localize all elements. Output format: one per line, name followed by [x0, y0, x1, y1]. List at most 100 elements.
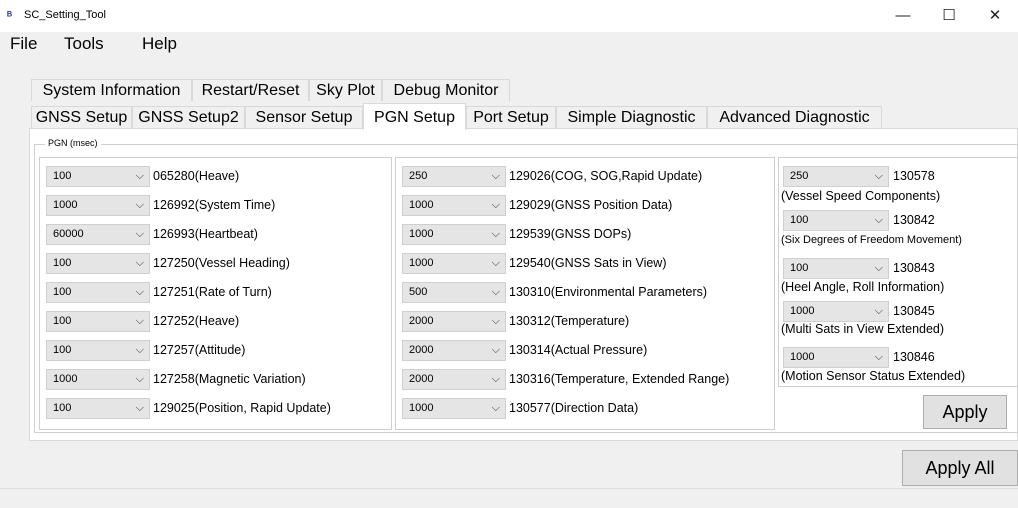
pgn-number: 130846 — [893, 350, 935, 364]
chevron-down-icon: ⌵ — [491, 402, 500, 414]
pgn-interval-select[interactable]: 250 ⌵ — [402, 166, 506, 187]
chevron-down-icon: ⌵ — [135, 373, 144, 385]
maximize-button[interactable]: ☐ — [926, 0, 972, 32]
select-value: 1000 — [409, 199, 434, 211]
pgn-label: 126992(System Time) — [153, 198, 276, 212]
tab-sensor-setup[interactable]: Sensor Setup — [245, 106, 363, 128]
pgn-description: (Vessel Speed Components) — [781, 189, 941, 203]
tab-restart-reset[interactable]: Restart/Reset — [192, 79, 309, 101]
select-value: 1000 — [790, 351, 815, 363]
pgn-number: 130578 — [893, 169, 935, 183]
window-title: SC_Setting_Tool — [24, 9, 106, 21]
select-value: 1000 — [790, 305, 815, 317]
chevron-down-icon: ⌵ — [491, 344, 500, 356]
select-value: 100 — [53, 257, 72, 269]
select-value: 1000 — [409, 257, 434, 269]
chevron-down-icon: ⌵ — [135, 170, 144, 182]
pgn-label: 130310(Environmental Parameters) — [509, 285, 708, 299]
chevron-down-icon: ⌵ — [135, 257, 144, 269]
pgn-interval-select[interactable]: 100 ⌵ — [46, 282, 150, 303]
pgn-interval-select[interactable]: 100 ⌵ — [46, 311, 150, 332]
tab-pgn-setup[interactable]: PGN Setup — [363, 103, 466, 130]
close-button[interactable]: ✕ — [972, 0, 1018, 32]
chevron-down-icon: ⌵ — [491, 257, 500, 269]
pgn-label: 130312(Temperature) — [509, 314, 630, 328]
pgn-interval-select[interactable]: 100 ⌵ — [783, 210, 889, 231]
pgn-description: (Multi Sats in View Extended) — [781, 322, 945, 336]
select-value: 60000 — [53, 228, 84, 240]
pgn-interval-select[interactable]: 1000 ⌵ — [402, 195, 506, 216]
pgn-interval-select[interactable]: 250 ⌵ — [783, 166, 889, 187]
chevron-down-icon: ⌵ — [491, 199, 500, 211]
chevron-down-icon: ⌵ — [491, 170, 500, 182]
pgn-interval-select[interactable]: 1000 ⌵ — [402, 253, 506, 274]
pgn-interval-select[interactable]: 100 ⌵ — [46, 166, 150, 187]
pgn-interval-select[interactable]: 1000 ⌵ — [402, 224, 506, 245]
select-value: 100 — [53, 286, 72, 298]
pgn-interval-select[interactable]: 2000 ⌵ — [402, 311, 506, 332]
menu-tools[interactable]: Tools — [64, 34, 104, 54]
tab-port-setup[interactable]: Port Setup — [466, 106, 556, 128]
tab-gnss-setup[interactable]: GNSS Setup — [31, 106, 132, 128]
pgn-number: 130843 — [893, 261, 935, 275]
pgn-interval-select[interactable]: 1000 ⌵ — [783, 301, 889, 322]
menu-help[interactable]: Help — [142, 34, 177, 54]
chevron-down-icon: ⌵ — [135, 402, 144, 414]
pgn-interval-select[interactable]: 2000 ⌵ — [402, 340, 506, 361]
pgn-panel-3: 250 ⌵ 130578 (Vessel Speed Components) 10… — [778, 157, 1018, 387]
chevron-down-icon: ⌵ — [135, 315, 144, 327]
pgn-label: 129029(GNSS Position Data) — [509, 198, 673, 212]
select-value: 100 — [53, 344, 72, 356]
select-value: 2000 — [409, 315, 434, 327]
tab-system-information[interactable]: System Information — [31, 79, 192, 101]
chevron-down-icon: ⌵ — [491, 286, 500, 298]
tab-sky-plot[interactable]: Sky Plot — [309, 79, 382, 101]
chevron-down-icon: ⌵ — [874, 170, 883, 182]
pgn-interval-select[interactable]: 100 ⌵ — [46, 253, 150, 274]
chevron-down-icon: ⌵ — [135, 199, 144, 211]
pgn-label: 065280(Heave) — [153, 169, 240, 183]
pgn-label: 130577(Direction Data) — [509, 401, 639, 415]
select-value: 100 — [790, 262, 809, 274]
pgn-interval-select[interactable]: 100 ⌵ — [46, 398, 150, 419]
pgn-description: (Motion Sensor Status Extended) — [781, 369, 966, 383]
select-value: 1000 — [53, 199, 78, 211]
pgn-interval-select[interactable]: 60000 ⌵ — [46, 224, 150, 245]
apply-all-button[interactable]: Apply All — [902, 450, 1018, 486]
pgn-interval-select[interactable]: 1000 ⌵ — [783, 347, 889, 368]
pgn-interval-select[interactable]: 500 ⌵ — [402, 282, 506, 303]
chevron-down-icon: ⌵ — [491, 315, 500, 327]
pgn-interval-select[interactable]: 1000 ⌵ — [46, 195, 150, 216]
tab-gnss-setup2[interactable]: GNSS Setup2 — [132, 106, 245, 128]
chevron-down-icon: ⌵ — [491, 228, 500, 240]
pgn-description: (Six Degrees of Freedom Movement) — [781, 234, 962, 246]
pgn-label: 127252(Heave) — [153, 314, 240, 328]
select-value: 100 — [53, 170, 72, 182]
pgn-interval-select[interactable]: 1000 ⌵ — [46, 369, 150, 390]
menu-bar: File Tools Help — [0, 32, 1018, 54]
status-bar — [0, 488, 1018, 508]
pgn-panel-1: 100 ⌵ 065280(Heave) 1000 ⌵ 126992(System T… — [39, 157, 392, 430]
menu-file[interactable]: File — [10, 34, 37, 54]
select-value: 100 — [53, 402, 72, 414]
chevron-down-icon: ⌵ — [874, 262, 883, 274]
pgn-description: (Heel Angle, Roll Information) — [781, 280, 945, 294]
select-value: 500 — [409, 286, 428, 298]
tab-debug-monitor[interactable]: Debug Monitor — [382, 79, 510, 101]
minimize-button[interactable]: — — [880, 0, 926, 32]
pgn-interval-select[interactable]: 100 ⌵ — [46, 340, 150, 361]
select-value: 100 — [790, 214, 809, 226]
tab-advanced-diagnostic[interactable]: Advanced Diagnostic — [707, 106, 882, 128]
chevron-down-icon: ⌵ — [491, 373, 500, 385]
pgn-interval-select[interactable]: 2000 ⌵ — [402, 369, 506, 390]
pgn-label: 127258(Magnetic Variation) — [153, 372, 306, 386]
pgn-interval-select[interactable]: 1000 ⌵ — [402, 398, 506, 419]
pgn-label: 130314(Actual Pressure) — [509, 343, 648, 357]
pgn-label: 130316(Temperature, Extended Range) — [509, 372, 730, 386]
apply-button[interactable]: Apply — [923, 395, 1007, 429]
pgn-label: 129539(GNSS DOPs) — [509, 227, 632, 241]
chevron-down-icon: ⌵ — [874, 351, 883, 363]
title-bar: ᴮ SC_Setting_Tool — ☐ ✕ — [0, 0, 1018, 32]
tab-simple-diagnostic[interactable]: Simple Diagnostic — [556, 106, 707, 128]
pgn-interval-select[interactable]: 100 ⌵ — [783, 258, 889, 279]
